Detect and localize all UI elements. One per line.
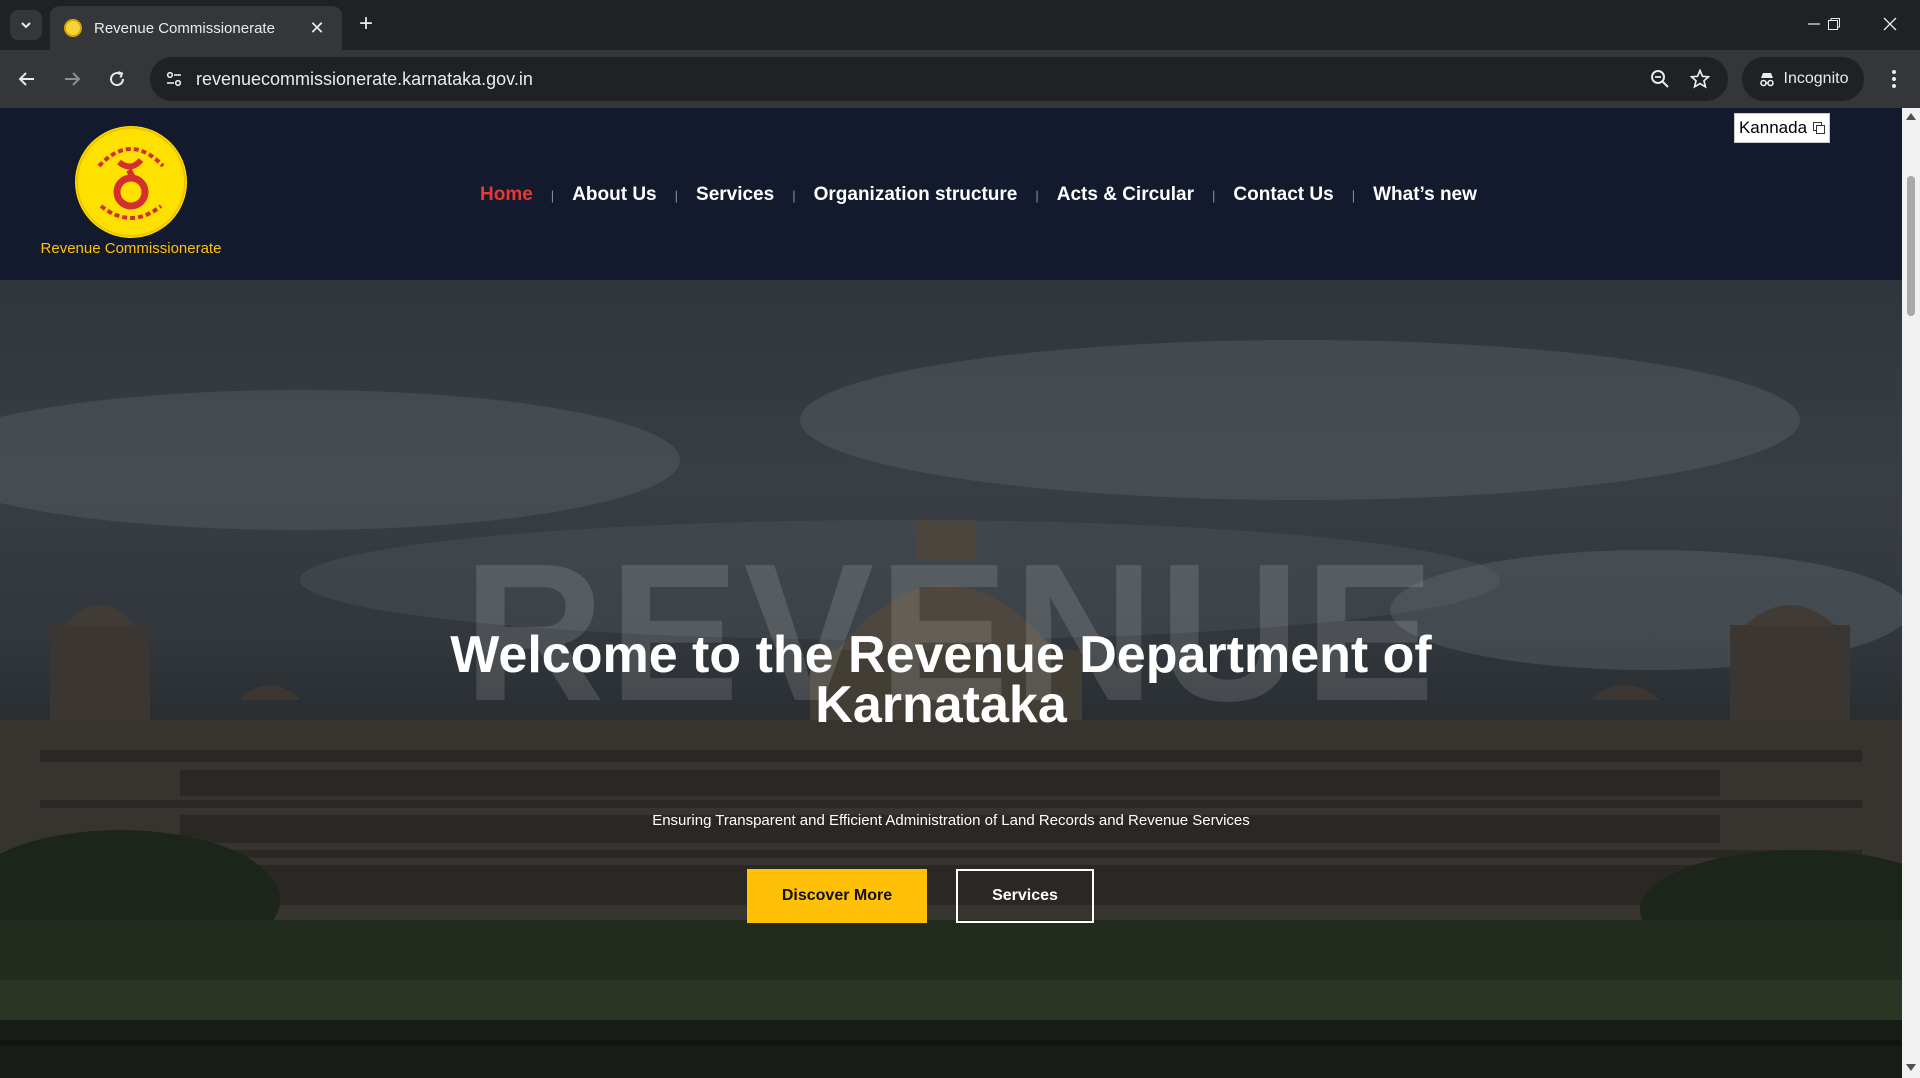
site-header: Revenue Commissionerate Home | About Us … [0,108,1902,280]
hero-banner: REVENUE Welcome to the Revenue Departmen… [0,280,1902,1078]
tune-icon [166,71,182,87]
nav-separator: | [1212,187,1216,203]
close-icon [1883,17,1897,31]
zoom-out-icon [1651,70,1669,88]
maximize-button[interactable] [1806,0,1862,48]
browser-toolbar: revenuecommissionerate.karnataka.gov.in … [0,50,1920,108]
bookmark-button[interactable] [1686,65,1714,93]
services-button[interactable]: Services [956,869,1094,923]
nav-separator: | [1035,187,1039,203]
nav-whats-new[interactable]: What’s new [1373,184,1477,206]
nav-separator: | [674,187,679,203]
nav-home[interactable]: Home [480,184,533,206]
page-scrollbar[interactable] [1902,108,1920,1078]
restore-icon [1828,18,1840,30]
close-tab-icon[interactable]: ✕ [306,18,328,39]
page-viewport: Revenue Commissionerate Home | About Us … [0,108,1902,1078]
nav-separator: | [550,187,555,203]
hero-title: Welcome to the Revenue Department of Kar… [450,626,1432,734]
arrow-right-icon [65,72,81,86]
scroll-down-arrow-icon[interactable] [1906,1064,1916,1071]
zoom-button[interactable] [1646,65,1674,93]
scrollbar-thumb[interactable] [1907,176,1915,316]
translate-icon [1813,122,1826,134]
arrow-left-icon [18,72,34,86]
language-label: Kannada [1738,118,1808,137]
discover-more-button[interactable]: Discover More [747,869,927,923]
nav-acts-circular[interactable]: Acts & Circular [1057,184,1194,206]
favicon-icon [64,19,82,37]
back-button[interactable] [10,62,44,96]
tab-title: Revenue Commissionerate [94,19,275,37]
scroll-up-arrow-icon[interactable] [1906,113,1916,120]
karnataka-emblem-logo[interactable] [75,126,187,238]
main-navigation: Home | About Us | Services | Organizatio… [480,180,1477,210]
nav-services[interactable]: Services [696,184,774,206]
nav-organization-structure[interactable]: Organization structure [814,184,1018,206]
browser-tab[interactable]: Revenue Commissionerate ✕ [50,6,342,50]
star-icon [1690,69,1710,89]
nav-contact-us[interactable]: Contact Us [1233,184,1333,206]
browser-tab-bar: Revenue Commissionerate ✕ + [0,0,1920,50]
tab-search-button[interactable] [10,10,42,40]
reload-button[interactable] [100,62,134,96]
logo-text[interactable]: Revenue Commissionerate [20,240,242,257]
address-bar[interactable]: revenuecommissionerate.karnataka.gov.in [150,57,1728,101]
new-tab-button[interactable]: + [352,10,380,38]
nav-separator: | [1351,187,1356,203]
url-text: revenuecommissionerate.karnataka.gov.in [196,69,533,89]
nav-separator: | [792,187,796,203]
reload-icon [110,71,125,87]
close-window-button[interactable] [1862,0,1918,48]
incognito-label: Incognito [1783,70,1849,87]
more-vert-icon [1892,70,1896,88]
hero-subtitle: Ensuring Transparent and Efficient Admin… [652,812,1250,829]
browser-menu-button[interactable] [1878,62,1910,96]
forward-button[interactable] [55,62,89,96]
nav-about-us[interactable]: About Us [572,184,656,206]
chevron-down-icon [21,22,31,29]
incognito-icon [1759,73,1774,87]
site-info-button[interactable] [158,63,190,95]
incognito-indicator[interactable]: Incognito [1742,57,1864,101]
language-toggle-button[interactable]: Kannada [1734,113,1830,143]
